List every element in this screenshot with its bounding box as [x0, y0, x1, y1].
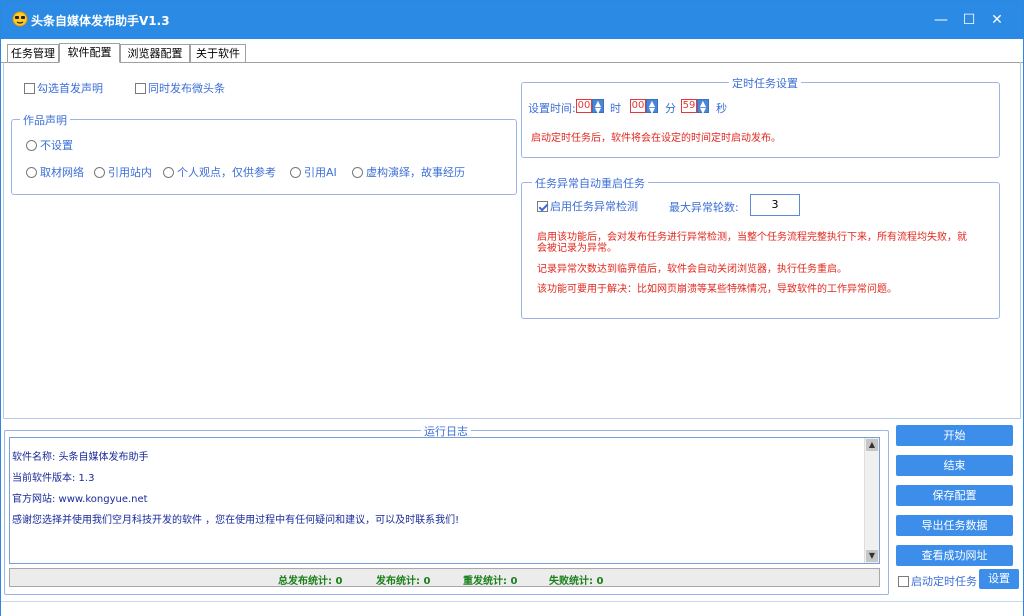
- scroll-down-icon[interactable]: ▼: [866, 550, 878, 562]
- scroll-up-icon[interactable]: ▲: [866, 439, 878, 451]
- hour-spinner[interactable]: 00 ▲ ▼: [576, 99, 604, 115]
- radio-icon: [26, 166, 37, 178]
- declare-option-site-quote[interactable]: 引用站内: [94, 164, 152, 180]
- view-success-urls-button[interactable]: 查看成功网址: [896, 545, 1013, 566]
- declare-option-ai[interactable]: 引用AI: [290, 164, 337, 180]
- radio-icon: [163, 166, 174, 178]
- minimize-button[interactable]: —: [929, 9, 953, 31]
- log-line: 软件名称: 头条自媒体发布助手: [12, 452, 149, 463]
- restart-note-3: 该功能可要用于解决：比如网页崩溃等某些特殊情况，导致软件的工作异常问题。: [537, 284, 897, 295]
- tab-task-management[interactable]: 任务管理: [7, 44, 59, 62]
- enable-schedule-checkbox[interactable]: 启动定时任务: [898, 573, 977, 589]
- declare-group-title: 作品声明: [20, 112, 70, 128]
- declare-option-label: 取材网络: [40, 166, 84, 179]
- app-logo-icon: [12, 11, 28, 27]
- max-rounds-input[interactable]: 3: [750, 194, 800, 216]
- first-declare-checkbox[interactable]: 勾选首发声明: [24, 80, 103, 96]
- checkbox-box: [898, 575, 909, 587]
- log-scrollbar[interactable]: ▲ ▼: [864, 438, 879, 563]
- app-window: 头条自媒体发布助手V1.3 — ☐ ✕ 任务管理 软件配置 浏览器配置 关于软件…: [0, 0, 1024, 616]
- checkbox-checked-icon: [537, 200, 548, 212]
- first-declare-label: 勾选首发声明: [37, 82, 103, 95]
- status-strip: [1, 601, 1023, 616]
- export-task-data-button[interactable]: 导出任务数据: [896, 515, 1013, 536]
- declare-option-personal-view[interactable]: 个人观点，仅供参考: [163, 164, 276, 180]
- stop-button[interactable]: 结束: [896, 455, 1013, 476]
- publish-stat: 发布统计: 0: [376, 576, 431, 587]
- title-bar: 头条自媒体发布助手V1.3 — ☐ ✕: [1, 1, 1023, 39]
- spinner-arrows-icon[interactable]: ▲ ▼: [646, 99, 658, 115]
- second-spinner[interactable]: 59 ▲ ▼: [681, 99, 709, 115]
- tab-bar: 任务管理 软件配置 浏览器配置 关于软件: [1, 41, 1023, 63]
- set-time-label: 设置时间:: [528, 102, 576, 115]
- enable-exception-detection-checkbox[interactable]: 启用任务异常检测: [537, 198, 638, 214]
- close-button[interactable]: ✕: [985, 9, 1009, 31]
- log-line: 当前软件版本: 1.3: [12, 473, 95, 484]
- radio-icon: [352, 166, 363, 178]
- radio-icon: [94, 166, 105, 178]
- minute-spinner[interactable]: 00 ▲ ▼: [630, 99, 658, 115]
- save-config-button[interactable]: 保存配置: [896, 485, 1013, 506]
- restart-note-1-cont: 会被记录为异常。: [537, 243, 617, 254]
- enable-exception-label: 启用任务异常检测: [550, 200, 638, 213]
- restart-group-title: 任务异常自动重启任务: [532, 175, 648, 191]
- maximize-button[interactable]: ☐: [957, 9, 981, 31]
- tab-software-config[interactable]: 软件配置: [59, 43, 120, 63]
- tab-browser-config[interactable]: 浏览器配置: [120, 44, 190, 62]
- spinner-arrows-icon[interactable]: ▲ ▼: [592, 99, 604, 115]
- second-value[interactable]: 59: [681, 99, 697, 113]
- window-title: 头条自媒体发布助手V1.3: [31, 14, 170, 28]
- checkbox-box: [135, 82, 146, 94]
- declare-option-label: 不设置: [40, 139, 73, 152]
- hour-value[interactable]: 00: [576, 99, 592, 113]
- scheduled-note: 启动定时任务后，软件将会在设定的时间定时启动发布。: [531, 133, 781, 144]
- settings-button[interactable]: 设置: [979, 569, 1019, 589]
- log-line: 感谢您选择并使用我们空月科技开发的软件 ，您在使用过程中有任何疑问和建议，可以及…: [12, 515, 460, 526]
- repost-stat: 重发统计: 0: [463, 576, 518, 587]
- log-line: 官方网站: www.kongyue.net: [12, 494, 148, 505]
- scheduled-task-group: 定时任务设置: [521, 75, 1000, 158]
- stats-bar: 总发布统计: 0 发布统计: 0 重发统计: 0 失败统计: 0: [9, 568, 880, 587]
- sync-weitoutiao-label: 同时发布微头条: [148, 82, 225, 95]
- scheduled-group-title: 定时任务设置: [729, 75, 801, 91]
- restart-note-2: 记录异常次数达到临界值后，软件会自动关闭浏览器，执行任务重启。: [537, 264, 847, 275]
- second-unit: 秒: [716, 102, 727, 115]
- declare-option-network[interactable]: 取材网络: [26, 164, 84, 180]
- declare-option-fiction[interactable]: 虚构演绎，故事经历: [352, 164, 465, 180]
- fail-stat: 失败统计: 0: [549, 576, 604, 587]
- declare-option-none[interactable]: 不设置: [26, 137, 73, 153]
- declare-option-label: 虚构演绎，故事经历: [366, 166, 465, 179]
- minute-unit: 分: [665, 102, 676, 115]
- hour-unit: 时: [610, 102, 621, 115]
- total-publish-stat: 总发布统计: 0: [278, 576, 343, 587]
- minute-value[interactable]: 00: [630, 99, 646, 113]
- run-log-textarea[interactable]: 软件名称: 头条自媒体发布助手 当前软件版本: 1.3 官方网站: www.ko…: [9, 437, 880, 564]
- max-rounds-label: 最大异常轮数:: [669, 201, 739, 214]
- sync-weitoutiao-checkbox[interactable]: 同时发布微头条: [135, 80, 225, 96]
- declare-option-label: 引用站内: [108, 166, 152, 179]
- spinner-arrows-icon[interactable]: ▲ ▼: [697, 99, 709, 115]
- tab-about[interactable]: 关于软件: [190, 44, 246, 62]
- radio-icon: [26, 139, 37, 151]
- radio-icon: [290, 166, 301, 178]
- checkbox-box: [24, 82, 35, 94]
- declare-option-label: 引用AI: [304, 166, 337, 179]
- start-button[interactable]: 开始: [896, 425, 1013, 446]
- enable-schedule-label: 启动定时任务: [911, 575, 977, 588]
- declare-option-label: 个人观点，仅供参考: [177, 166, 276, 179]
- declare-group: 作品声明: [11, 112, 517, 195]
